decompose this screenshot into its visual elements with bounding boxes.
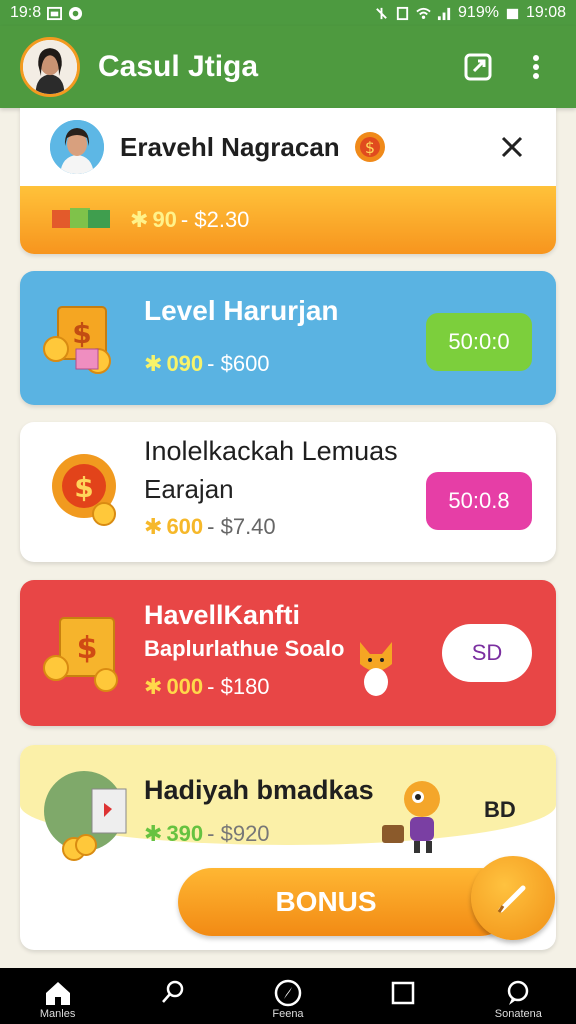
user-avatar-icon: [50, 120, 104, 174]
home-icon: [45, 982, 70, 1005]
share-button[interactable]: [458, 47, 498, 87]
battery-icon: [506, 8, 519, 19]
range-max: - $7.40: [207, 514, 276, 539]
nav-home[interactable]: Manles: [18, 978, 98, 1020]
star-icon: ✱: [130, 207, 149, 232]
chat-bubble-button[interactable]: SD: [442, 624, 532, 682]
nav-label: Feena: [272, 1008, 304, 1020]
close-icon[interactable]: [498, 133, 526, 161]
status-bar: 19:8 919% 19:08: [0, 0, 576, 26]
nfc-icon: [396, 6, 409, 20]
nav-label: Manles: [39, 1008, 76, 1020]
money-stack-icon: $: [43, 306, 111, 374]
pencil-icon: [497, 885, 526, 913]
gallery-icon: [47, 6, 63, 20]
range-max: - $920: [207, 821, 270, 846]
range-min: 090: [166, 351, 204, 376]
svg-text:$: $: [74, 471, 93, 504]
app-title: Casul Jtiga: [98, 50, 259, 83]
signal-icon: [437, 7, 451, 20]
avatar-icon[interactable]: [20, 37, 80, 97]
edit-fab[interactable]: [471, 856, 555, 940]
offer-card-1[interactable]: Eravehl Nagracan $ ✱ 90 - $2.30: [20, 108, 556, 254]
nav-chat[interactable]: Sonatena: [478, 978, 558, 1020]
svg-text:$: $: [365, 138, 375, 157]
svg-text:$: $: [72, 317, 91, 350]
search-icon: [161, 980, 184, 1003]
nav-search[interactable]: [133, 978, 213, 1008]
share-icon: [464, 53, 492, 81]
coin-icon: $: [354, 132, 385, 162]
offer-card-2[interactable]: $ Level Harurjan ✱ 090 - $600 50:0:0: [20, 271, 556, 405]
offer-card-4[interactable]: $ HavellKanfti Baplurlathue Soalo ✱ 000 …: [20, 580, 556, 726]
mute-icon: [376, 7, 387, 19]
square-icon: [391, 981, 415, 1005]
offer-title: Eravehl Nagracan: [120, 131, 340, 162]
star-icon: ✱: [144, 674, 163, 699]
more-vert-icon: [533, 55, 539, 79]
range-max: - $2.30: [180, 207, 250, 232]
offer-title: Inolelkackah Lemuas: [144, 436, 398, 466]
chat-icon: [508, 980, 529, 1005]
offer-title: Hadiyah bmadkas: [144, 775, 374, 805]
status-time-right: 19:08: [525, 4, 566, 21]
battery-text: 919%: [458, 4, 499, 21]
offer-card-3[interactable]: $ Inolelkackah Lemuas Earajan ✱ 600 - $7…: [20, 422, 556, 562]
wifi-icon: [416, 7, 431, 19]
nav-recent[interactable]: [363, 978, 443, 1008]
fox-mascot-icon: [360, 642, 392, 696]
more-button[interactable]: [516, 47, 556, 87]
bottom-navigation: Manles Feena Sonatena: [0, 968, 576, 1024]
offer-button[interactable]: 50:0:0: [426, 313, 532, 371]
range-min: 90: [152, 207, 177, 232]
dollar-chest-icon: $: [43, 617, 118, 692]
compass-icon: [274, 979, 302, 1007]
range-max: - $600: [207, 351, 270, 376]
star-icon: ✱: [144, 514, 163, 539]
range-min: 600: [166, 514, 204, 539]
cash-icon: [52, 208, 110, 228]
coin-bag-icon: $: [52, 454, 116, 526]
offer-title: HavellKanfti: [144, 600, 301, 630]
star-icon: ✱: [144, 821, 163, 846]
offer-subtitle: Earajan: [144, 474, 234, 504]
star-icon: ✱: [144, 351, 163, 376]
offer-title: Level Harurjan: [144, 295, 339, 326]
range-min: 390: [166, 821, 204, 846]
offer-button[interactable]: 50:0.8: [426, 472, 532, 530]
nav-label: Sonatena: [494, 1008, 542, 1020]
nav-explore[interactable]: Feena: [248, 978, 328, 1020]
range-max: - $180: [207, 674, 270, 699]
range-min: 000: [166, 674, 204, 699]
app-bar: Casul Jtiga: [0, 26, 576, 108]
bear-mascot-icon: [382, 781, 440, 853]
gift-scene-icon: [44, 771, 127, 861]
side-label: BD: [484, 797, 516, 822]
notification-icon: [69, 6, 83, 20]
bonus-button[interactable]: BONUS: [178, 868, 514, 936]
offer-subtitle: Baplurlathue Soalo: [144, 636, 345, 661]
svg-text:$: $: [77, 631, 98, 666]
status-time: 19:8: [10, 4, 42, 21]
